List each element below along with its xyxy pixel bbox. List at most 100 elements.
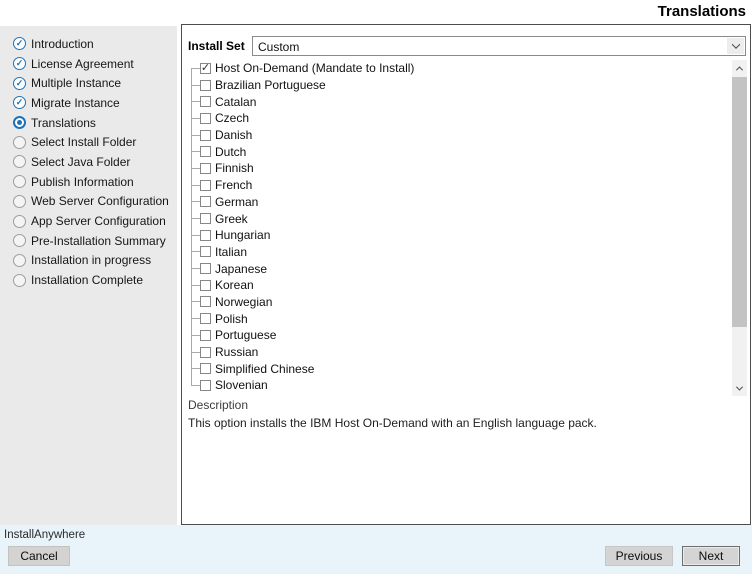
footer-bar: InstallAnywhere Cancel Previous Next xyxy=(0,525,752,574)
language-label[interactable]: Polish xyxy=(214,312,248,326)
tree-branch-stub xyxy=(191,118,200,119)
language-checkbox[interactable] xyxy=(200,213,211,224)
install-set-label: Install Set xyxy=(188,39,245,53)
language-checkbox[interactable] xyxy=(200,96,211,107)
completed-check-icon: ✓ xyxy=(13,96,26,109)
sidebar-item-translations: Translations xyxy=(13,113,177,133)
language-label[interactable]: Hungarian xyxy=(214,228,270,242)
language-checkbox[interactable] xyxy=(200,313,211,324)
sidebar-item-pre-installation-summary: Pre-Installation Summary xyxy=(13,231,177,251)
language-checkbox[interactable] xyxy=(200,196,211,207)
tree-branch-stub xyxy=(191,135,200,136)
tree-branch-stub xyxy=(191,68,200,69)
step-label: Publish Information xyxy=(31,175,134,189)
tree-branch-stub xyxy=(191,85,200,86)
previous-button[interactable]: Previous xyxy=(605,546,673,566)
language-row: Czech xyxy=(182,110,750,127)
language-checkbox[interactable] xyxy=(200,230,211,241)
completed-check-icon: ✓ xyxy=(13,37,26,50)
dropdown-button[interactable] xyxy=(727,38,744,54)
step-label: Select Install Folder xyxy=(31,135,136,149)
language-label[interactable]: Portuguese xyxy=(214,328,276,342)
sidebar-item-select-java-folder: Select Java Folder xyxy=(13,152,177,172)
language-checkbox[interactable] xyxy=(200,296,211,307)
language-label[interactable]: Danish xyxy=(214,128,252,142)
current-step-radio-icon xyxy=(13,116,26,129)
tree-branch-stub xyxy=(191,268,200,269)
tree-branch-stub xyxy=(191,251,200,252)
language-row: Russian xyxy=(182,344,750,361)
language-label[interactable]: Greek xyxy=(214,212,248,226)
language-checkbox[interactable] xyxy=(200,280,211,291)
install-set-dropdown[interactable]: Custom xyxy=(252,36,746,56)
scrollbar-thumb[interactable] xyxy=(732,77,747,327)
language-label[interactable]: Dutch xyxy=(214,145,246,159)
step-label: Migrate Instance xyxy=(31,96,120,110)
language-label[interactable]: French xyxy=(214,178,252,192)
language-checkbox[interactable]: ✓ xyxy=(200,63,211,74)
language-row: Portuguese xyxy=(182,327,750,344)
scroll-down-button[interactable] xyxy=(732,380,747,396)
language-label[interactable]: Japanese xyxy=(214,262,267,276)
chevron-up-icon xyxy=(736,66,743,73)
cancel-button[interactable]: Cancel xyxy=(8,546,70,566)
tree-branch-stub xyxy=(191,285,200,286)
next-button[interactable]: Next xyxy=(682,546,740,566)
install-set-selected-value: Custom xyxy=(258,40,299,54)
page-title: Translations xyxy=(658,3,746,20)
language-rows: ✓ Host On-Demand (Mandate to Install) Br… xyxy=(182,60,750,393)
tree-branch-stub xyxy=(191,218,200,219)
tree-branch-stub xyxy=(191,185,200,186)
language-label[interactable]: Slovenian xyxy=(214,378,268,392)
step-label: Installation Complete xyxy=(31,273,143,287)
language-checkbox[interactable] xyxy=(200,380,211,391)
step-label: App Server Configuration xyxy=(31,214,166,228)
main-panel: Install Set Custom ✓ Host On-Demand (Man… xyxy=(181,24,751,525)
installer-window: Translations ✓ Introduction ✓ License Ag… xyxy=(0,0,752,574)
list-scrollbar[interactable] xyxy=(732,60,747,396)
language-row: Japanese xyxy=(182,260,750,277)
language-checkbox[interactable] xyxy=(200,330,211,341)
sidebar-item-app-server-configuration: App Server Configuration xyxy=(13,211,177,231)
language-checkbox[interactable] xyxy=(200,263,211,274)
language-checkbox[interactable] xyxy=(200,246,211,257)
pending-step-circle-icon xyxy=(13,254,26,267)
language-row: Danish xyxy=(182,127,750,144)
language-checkbox[interactable] xyxy=(200,130,211,141)
completed-check-icon: ✓ xyxy=(13,77,26,90)
tree-branch-stub xyxy=(191,201,200,202)
language-checkbox[interactable] xyxy=(200,163,211,174)
language-label[interactable]: Norwegian xyxy=(214,295,272,309)
completed-check-icon: ✓ xyxy=(13,57,26,70)
language-row: Simplified Chinese xyxy=(182,360,750,377)
step-label: Pre-Installation Summary xyxy=(31,234,166,248)
language-checkbox[interactable] xyxy=(200,347,211,358)
scroll-up-button[interactable] xyxy=(732,60,747,76)
description-label: Description xyxy=(188,398,248,412)
description-text: This option installs the IBM Host On-Dem… xyxy=(188,416,597,430)
language-checkbox[interactable] xyxy=(200,113,211,124)
language-label[interactable]: German xyxy=(214,195,258,209)
sidebar-item-select-install-folder: Select Install Folder xyxy=(13,132,177,152)
tree-branch-stub xyxy=(191,352,200,353)
tree-branch-stub xyxy=(191,301,200,302)
language-row: ✓ Host On-Demand (Mandate to Install) xyxy=(182,60,750,77)
language-label[interactable]: Brazilian Portuguese xyxy=(214,78,326,92)
language-label[interactable]: Italian xyxy=(214,245,247,259)
language-label[interactable]: Simplified Chinese xyxy=(214,362,314,376)
pending-step-circle-icon xyxy=(13,274,26,287)
language-label[interactable]: Catalan xyxy=(214,95,256,109)
language-checkbox[interactable] xyxy=(200,80,211,91)
language-checkbox[interactable] xyxy=(200,180,211,191)
pending-step-circle-icon xyxy=(13,215,26,228)
language-row: Italian xyxy=(182,244,750,261)
language-label[interactable]: Russian xyxy=(214,345,258,359)
language-label[interactable]: Finnish xyxy=(214,161,254,175)
language-label[interactable]: Host On-Demand (Mandate to Install) xyxy=(214,61,414,75)
language-checkbox[interactable] xyxy=(200,146,211,157)
language-checkbox[interactable] xyxy=(200,363,211,374)
language-label[interactable]: Czech xyxy=(214,111,249,125)
language-label[interactable]: Korean xyxy=(214,278,254,292)
language-row: Brazilian Portuguese xyxy=(182,77,750,94)
chevron-down-icon xyxy=(731,40,739,48)
